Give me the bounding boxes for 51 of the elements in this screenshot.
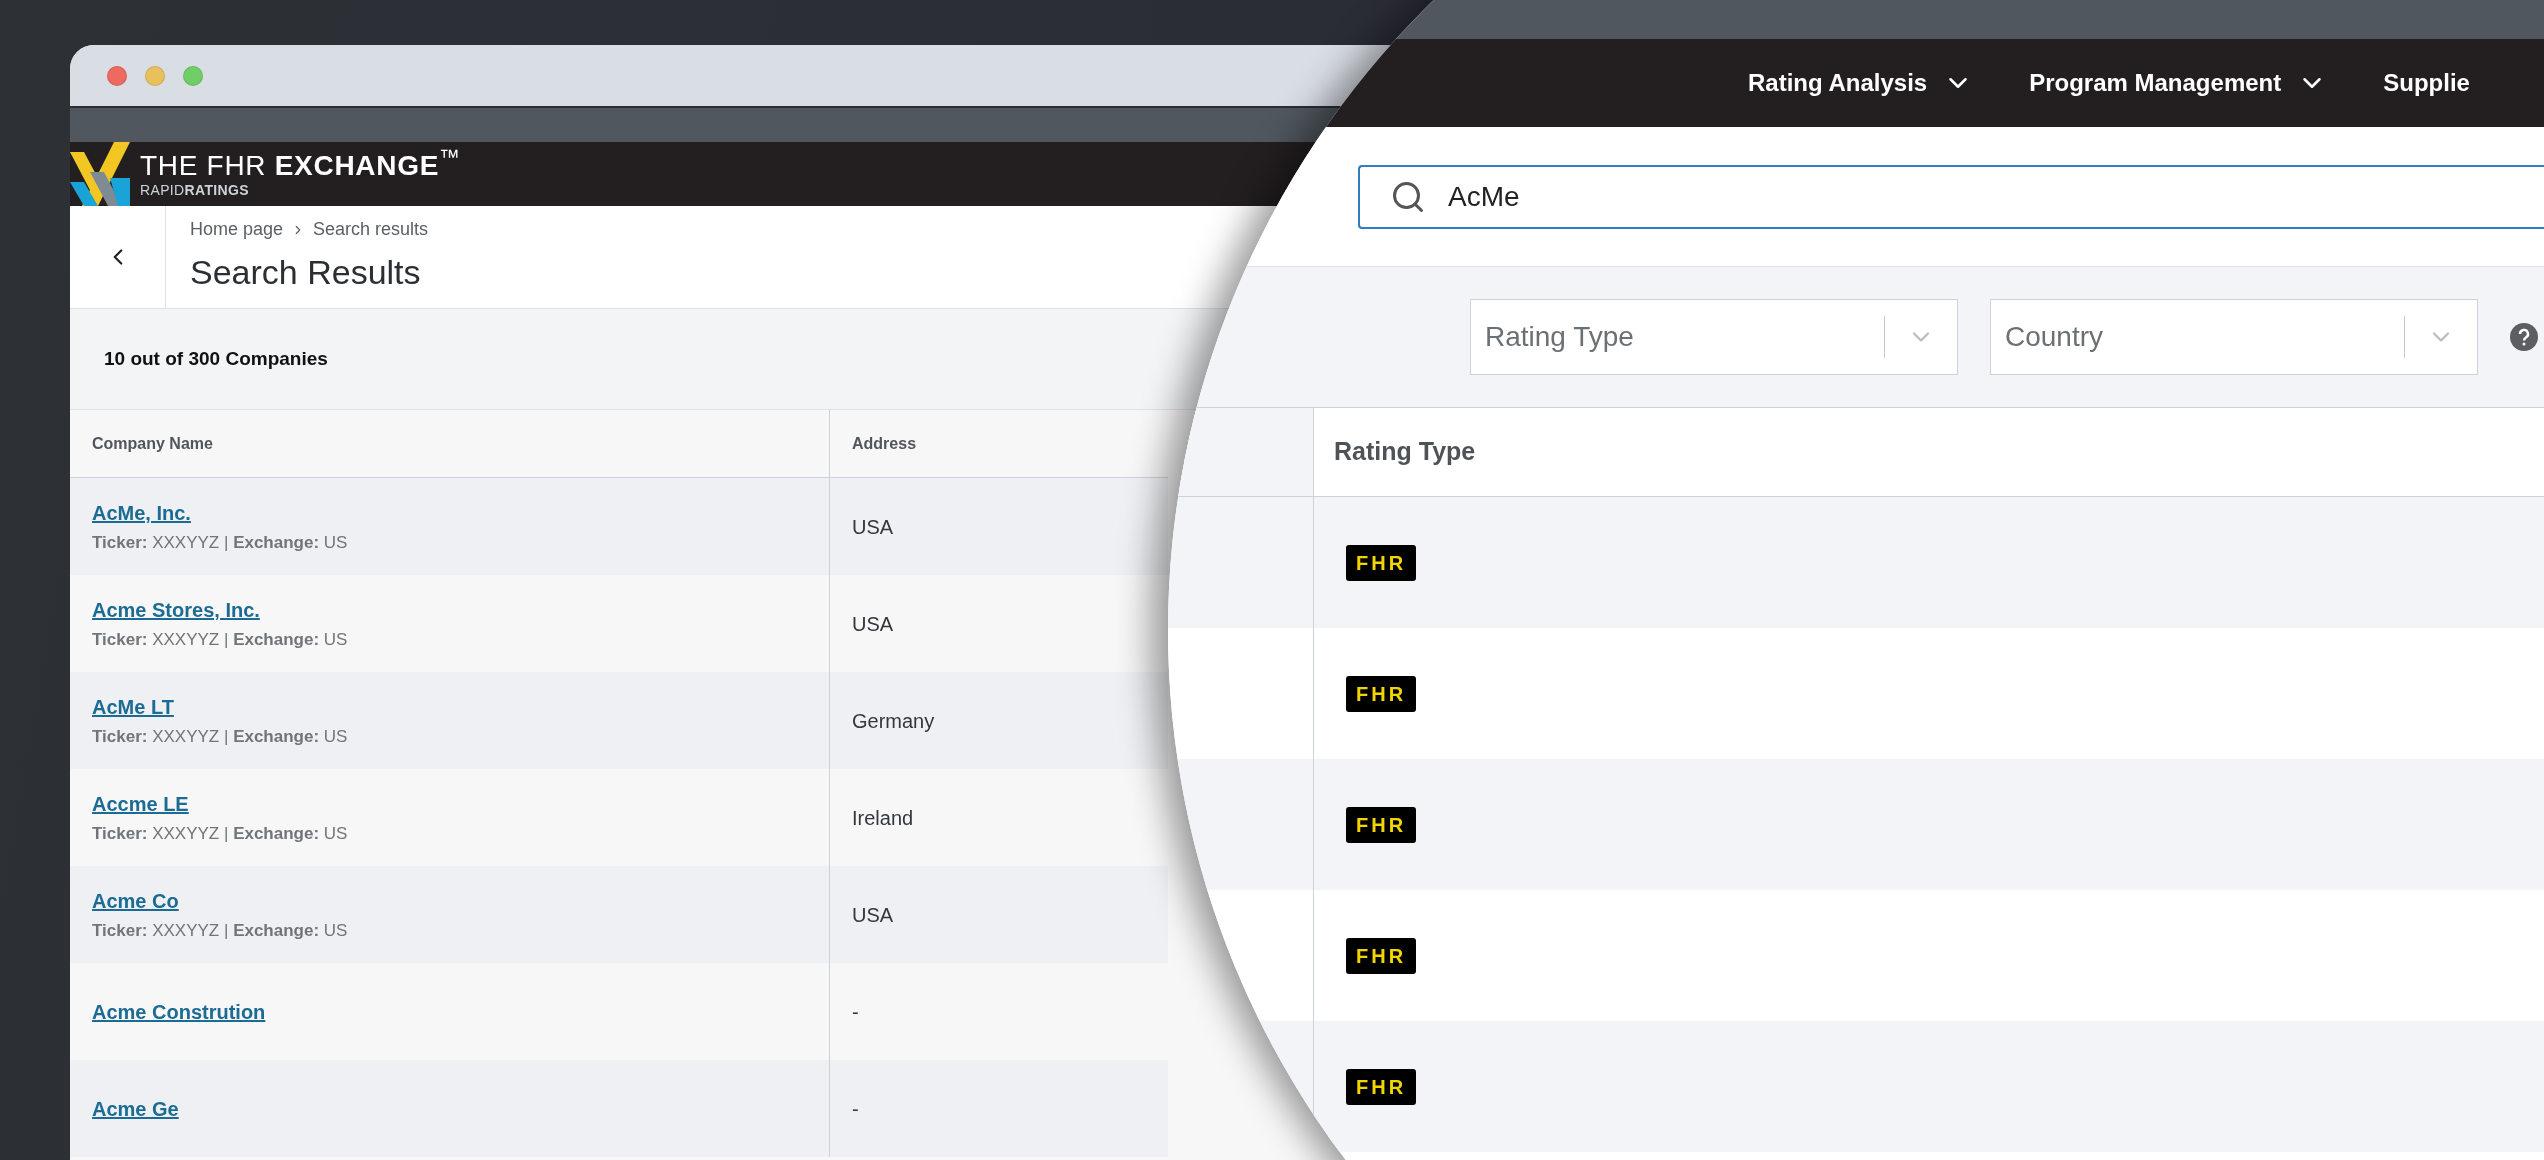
address-cell-text: - (852, 999, 859, 1025)
table-row[interactable]: AcMe LT Ticker: XXXYYZ | Exchange: US Germany (70, 672, 1168, 769)
rating-type-badge: FHR (1346, 544, 1417, 581)
company-link[interactable]: AcMe LT (92, 691, 174, 722)
company-details: Ticker: XXXYYZ | Exchange: US (92, 725, 349, 748)
table-row[interactable]: FHR (1314, 1021, 2544, 1152)
nav-menu-button[interactable]: Program Management (2029, 65, 2328, 101)
dropdown-placeholder: Rating Type (1484, 320, 1635, 354)
table-row[interactable]: FHR (1314, 497, 2544, 628)
company-details: Ticker: XXXYYZ | Exchange: US (92, 822, 349, 845)
company-link[interactable]: Acme Co (92, 885, 179, 916)
rating-type-badge: FHR (1346, 1068, 1417, 1105)
column-header: Company Name (70, 410, 830, 477)
nav-menu-button[interactable]: Supplie (2383, 65, 2470, 101)
company-link[interactable]: AcMe, Inc. (92, 497, 191, 528)
table-row[interactable]: Acme Ge - (70, 1060, 1168, 1157)
filter-dropdown[interactable]: Country (1990, 299, 2478, 375)
address-cell-text: Germany (852, 708, 935, 734)
column-header: Rating Type (1333, 436, 1477, 468)
breadcrumb-link[interactable]: Search results (313, 216, 429, 243)
rating-type-badge: FHR (1346, 937, 1417, 974)
column-header: Address (851, 433, 918, 454)
table-row[interactable]: Acme Co Ticker: XXXYYZ | Exchange: US USA (70, 866, 1168, 963)
logo-subtitle: RAPIDRATINGS (140, 182, 250, 197)
address-cell-text: USA (852, 902, 894, 928)
address-cell-text: Ireland (852, 805, 914, 831)
logo-icon (70, 142, 132, 206)
address-cell-text: - (852, 1096, 859, 1122)
nav-menu-button[interactable]: Rating Analysis (1748, 65, 1974, 101)
company-link[interactable]: Acme Ge (92, 1093, 179, 1124)
address-cell-text: USA (852, 514, 894, 540)
results-count: 10 out of 300 Companies (104, 346, 328, 371)
logo-title: THE FHR EXCHANGE$^{™}$ (140, 151, 461, 180)
company-link[interactable]: Accme LE (92, 788, 189, 819)
dropdown-placeholder: Country (2004, 320, 2105, 354)
rating-type-badge: FHR (1346, 675, 1417, 712)
company-details: Ticker: XXXYYZ | Exchange: US (92, 919, 349, 942)
address-cell-text: USA (852, 611, 894, 637)
help-icon[interactable] (2510, 323, 2538, 351)
breadcrumb-link[interactable]: Home page (190, 216, 284, 243)
search-field[interactable]: AcMe (1358, 164, 2544, 229)
company-link[interactable]: Acme Stores, Inc. (92, 594, 260, 625)
company-details: Ticker: XXXYYZ | Exchange: US (92, 531, 349, 554)
company-details: Ticker: XXXYYZ | Exchange: US (92, 628, 349, 651)
table-row[interactable]: FHR (1314, 759, 2544, 890)
table-row[interactable]: AcMe, Inc. Ticker: XXXYYZ | Exchange: US USA (70, 478, 1168, 575)
search-value: AcMe (1448, 179, 1520, 214)
rating-type-badge: FHR (1346, 806, 1417, 843)
filter-dropdown[interactable]: Rating Type (1470, 299, 1958, 375)
page-title: Search Results (190, 252, 422, 293)
company-link[interactable]: Acme Constrution (92, 996, 266, 1027)
